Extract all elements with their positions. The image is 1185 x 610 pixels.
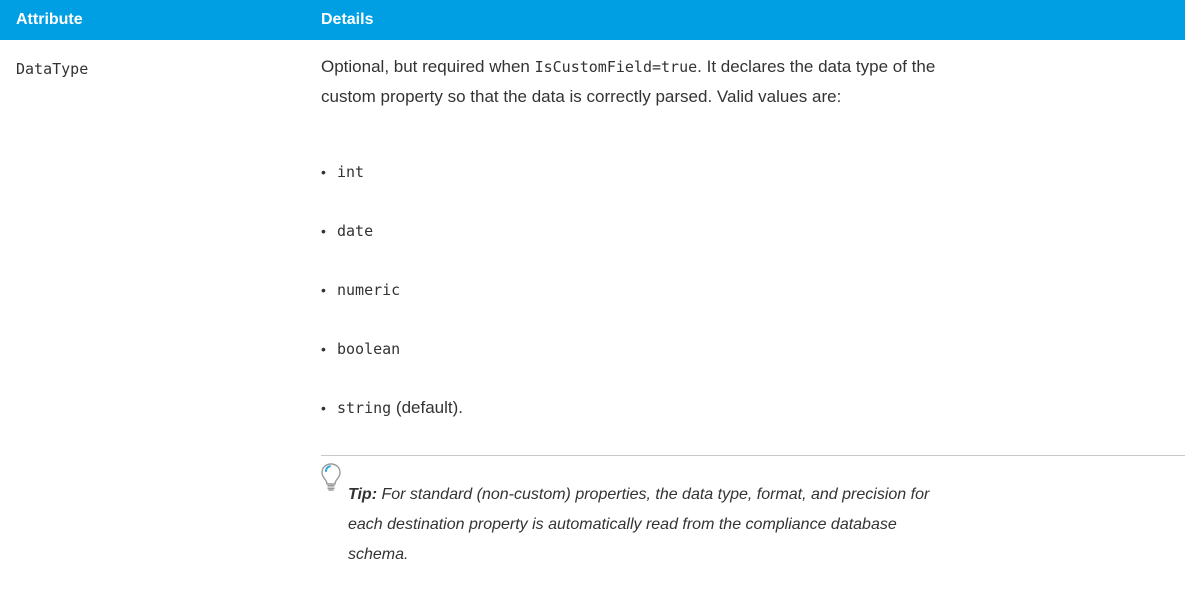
intro-code: IsCustomField=true <box>534 58 698 76</box>
value-suffix: (default). <box>391 398 463 417</box>
header-attribute: Attribute <box>16 11 83 28</box>
list-item: • string (default). <box>321 393 463 423</box>
tip-text: Tip: For standard (non-custom) propertie… <box>348 480 1158 570</box>
value-code: int <box>337 163 365 181</box>
details-intro: Optional, but required when IsCustomFiel… <box>321 52 1181 112</box>
value-code: date <box>337 222 374 240</box>
table-header-row: Attribute Details <box>0 0 1185 40</box>
list-item: • numeric <box>321 275 400 305</box>
tip-label: Tip: <box>348 486 378 503</box>
bullet-icon: • <box>321 223 326 239</box>
value-code: string <box>337 399 392 417</box>
intro-text-after: . It declares the data type of the <box>697 57 936 76</box>
value-code: numeric <box>337 281 401 299</box>
intro-text-before: Optional, but required when <box>321 57 535 76</box>
attribute-name: DataType <box>16 60 89 78</box>
tip-divider <box>321 455 1185 456</box>
bullet-icon: • <box>321 341 326 357</box>
list-item: • date <box>321 216 373 246</box>
tip-line1: For standard (non-custom) properties, th… <box>377 486 930 503</box>
tip-line3: schema. <box>348 546 409 563</box>
bullet-icon: • <box>321 400 326 416</box>
bullet-icon: • <box>321 282 326 298</box>
lightbulb-icon <box>320 462 342 492</box>
list-item: • boolean <box>321 334 400 364</box>
details-cell: Optional, but required when IsCustomFiel… <box>321 52 1181 112</box>
header-details: Details <box>321 11 374 28</box>
intro-line2: custom property so that the data is corr… <box>321 87 842 106</box>
list-item: • int <box>321 157 364 187</box>
tip-line2: each destination property is automatical… <box>348 516 897 533</box>
value-code: boolean <box>337 340 401 358</box>
bullet-icon: • <box>321 164 326 180</box>
